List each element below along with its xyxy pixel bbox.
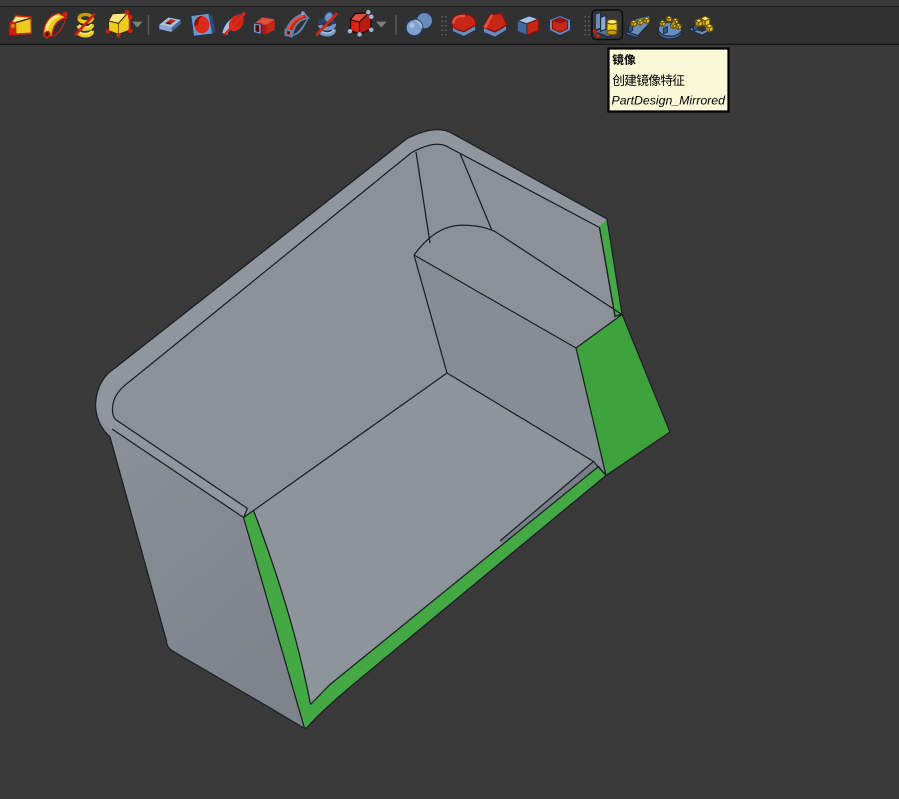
- svg-text:PartDesign_Mirrored: PartDesign_Mirrored: [612, 93, 727, 107]
